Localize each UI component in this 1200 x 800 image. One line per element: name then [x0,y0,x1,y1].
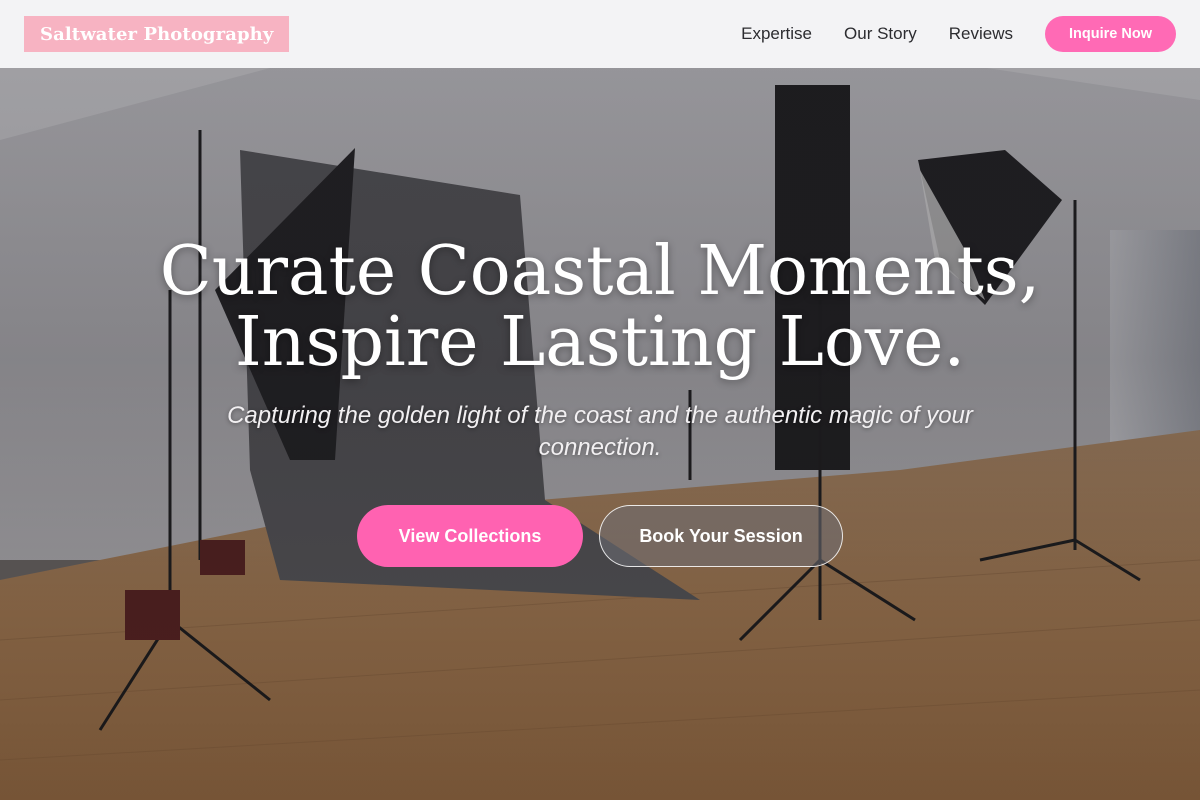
site-header: Saltwater Photography Expertise Our Stor… [0,0,1200,68]
main-nav: Expertise Our Story Reviews Inquire Now [741,16,1176,52]
nav-link-reviews[interactable]: Reviews [949,24,1013,44]
brand-name: Saltwater Photography [40,23,274,45]
hero-headline-line-2: Inspire Lasting Love. [234,303,966,382]
nav-link-our-story[interactable]: Our Story [844,24,917,44]
nav-link-expertise[interactable]: Expertise [741,24,812,44]
hero-headline-line-1: Curate Coastal Moments, [159,232,1041,311]
book-session-button[interactable]: Book Your Session [599,505,843,567]
view-collections-button[interactable]: View Collections [357,505,583,567]
brand-logo[interactable]: Saltwater Photography [24,16,290,52]
hero-actions: View Collections Book Your Session [357,505,843,567]
hero-content: Curate Coastal Moments, Inspire Lasting … [0,0,1200,800]
hero-subtitle: Capturing the golden light of the coast … [227,402,973,461]
inquire-now-button[interactable]: Inquire Now [1045,16,1176,52]
